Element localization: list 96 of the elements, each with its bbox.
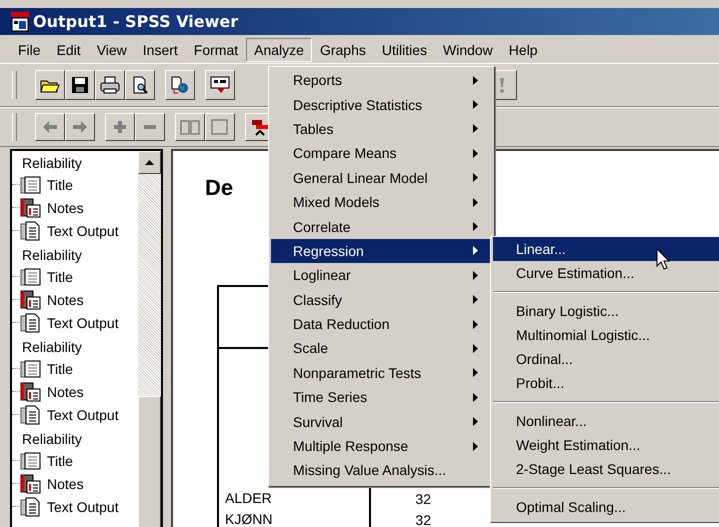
text-output-icon (20, 312, 42, 332)
up-arrow-icon (145, 160, 154, 165)
menu-item[interactable]: Window (435, 38, 501, 62)
submenu-arrow-icon (473, 270, 478, 280)
notes-book-icon (20, 198, 42, 218)
outline-item[interactable]: Reliability (12, 246, 138, 269)
menu-item[interactable]: Analyze (246, 38, 312, 62)
outline-item[interactable]: Notes (47, 200, 84, 216)
menu-item[interactable]: Edit (48, 38, 89, 62)
menu-item[interactable]: Nonlinear... (493, 409, 719, 433)
menu-item[interactable]: Weight Estimation... (493, 433, 719, 457)
outline-item[interactable]: Title (47, 452, 73, 468)
menu-item[interactable]: Graphs (312, 38, 374, 62)
menu-item[interactable]: Utilities (374, 38, 435, 62)
menu-item[interactable]: General Linear Model (271, 166, 492, 190)
table-cell-text: 32 (414, 512, 431, 527)
submenu-arrow-icon (473, 76, 478, 85)
menu-item[interactable]: 2-Stage Least Squares... (493, 457, 719, 481)
menu-item[interactable]: Format (186, 38, 246, 62)
menu-item[interactable]: Scale (271, 336, 492, 361)
outline-item[interactable]: Reliability (12, 338, 138, 361)
outline-item[interactable]: Notes (47, 476, 84, 492)
menu-item[interactable]: Correlate (271, 214, 492, 239)
window-title: Output1 - SPSS Viewer (33, 12, 238, 31)
outline-item[interactable]: Notes (47, 384, 84, 400)
submenu-arrow-icon (473, 442, 478, 451)
menu-item[interactable]: Survival (271, 409, 492, 434)
open-book-icon[interactable] (175, 113, 205, 141)
menu-item[interactable]: Ordinal... (493, 347, 719, 371)
app-icon (10, 12, 30, 32)
text-output-icon (20, 220, 42, 240)
notes-book-icon (20, 290, 42, 310)
text-output-icon (20, 404, 42, 424)
menu-item[interactable]: Optimal Scaling... (493, 495, 719, 519)
document-globe-icon[interactable] (165, 70, 195, 100)
menu-item[interactable]: Mixed Models (271, 190, 492, 214)
text-output-icon (20, 496, 42, 516)
menu-item[interactable]: File (10, 38, 49, 62)
dialog-recall-icon[interactable] (205, 70, 235, 100)
outline-item[interactable]: Title (47, 176, 73, 192)
menu-item[interactable]: Classify (271, 288, 492, 312)
outline-item[interactable]: Reliability (12, 154, 138, 177)
menu-item[interactable]: Linear... (493, 237, 719, 261)
outline-item[interactable]: Title (47, 360, 73, 376)
scroll-up-button[interactable] (138, 151, 161, 174)
outline-item[interactable]: Notes (47, 292, 84, 308)
menu-item[interactable]: Time Series (271, 385, 492, 410)
menu-item[interactable]: Curve Estimation... (493, 261, 719, 285)
table-cell-text: 32 (414, 490, 431, 506)
menu-item[interactable]: Reports (271, 68, 492, 92)
menu-item[interactable]: View (88, 38, 135, 62)
menu-item[interactable]: Descriptive Statistics (271, 92, 492, 117)
submenu-arrow-icon (473, 246, 478, 256)
submenu-arrow-icon (473, 368, 478, 378)
outline-item[interactable]: Title (47, 268, 73, 284)
menu-item[interactable]: Data Reduction (271, 312, 492, 336)
menu-item[interactable]: Insert (134, 38, 186, 62)
menu-item[interactable]: Compare Means (271, 141, 492, 166)
menu-item[interactable]: Multinomial Logistic... (493, 323, 719, 347)
submenu-arrow-icon (473, 295, 478, 304)
menu-item[interactable]: Missing Value Analysis... (271, 458, 492, 483)
menu-item[interactable]: Tables (271, 116, 492, 142)
print-preview-icon[interactable] (125, 70, 155, 100)
submenu-arrow-icon (473, 148, 478, 158)
menu-item[interactable]: Multiple Response (271, 434, 492, 458)
table-cell: KJØNN (219, 509, 371, 527)
submenu-arrow-icon (473, 320, 478, 329)
document-heading: De (205, 175, 234, 201)
submenu-arrow-icon (473, 417, 478, 426)
submenu-arrow-icon (473, 222, 478, 232)
outline-item[interactable]: Text Output (47, 406, 119, 422)
submenu-arrow-icon (473, 198, 478, 207)
outline-item[interactable]: Text Output (47, 314, 119, 330)
submenu-arrow-icon (473, 392, 478, 402)
menu-item[interactable]: Loglinear (271, 263, 492, 288)
menu-item[interactable]: Nonparametric Tests (271, 360, 492, 386)
outline-item[interactable]: Text Output (47, 222, 119, 238)
submenu-arrow-icon (473, 173, 478, 182)
outline-item[interactable]: Reliability (12, 430, 138, 453)
menu-item[interactable]: Binary Logistic... (493, 299, 719, 323)
menu-item[interactable]: Regression (271, 238, 492, 264)
notes-book-icon (20, 382, 42, 402)
outline-item[interactable]: Text Output (47, 498, 119, 514)
menu-item[interactable]: Probit... (493, 371, 719, 395)
mouse-cursor-icon (656, 248, 670, 270)
submenu-arrow-icon (473, 100, 478, 110)
menu-item[interactable]: Help (500, 38, 546, 62)
scrollbar[interactable] (138, 151, 161, 527)
submenu-arrow-icon (473, 344, 478, 353)
submenu-arrow-icon (473, 124, 478, 134)
page-icon[interactable] (205, 113, 235, 141)
plus-icon[interactable] (105, 113, 135, 141)
notes-book-icon (20, 474, 42, 494)
printer-icon[interactable] (95, 70, 125, 100)
minus-icon[interactable] (135, 113, 165, 141)
open-folder-icon[interactable] (35, 70, 65, 100)
